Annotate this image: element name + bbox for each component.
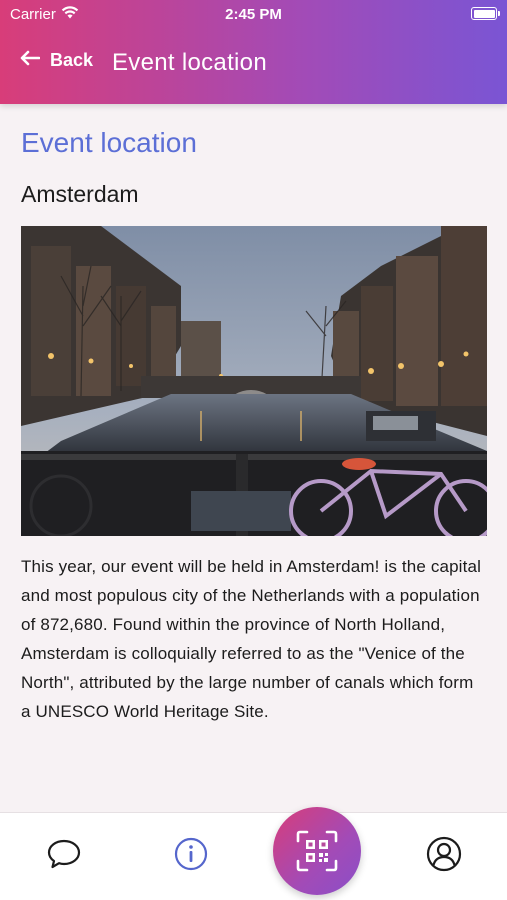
arrow-left-icon bbox=[20, 50, 41, 71]
page-heading: Event location bbox=[21, 127, 197, 158]
chat-bubble-icon bbox=[47, 839, 81, 869]
tab-info[interactable] bbox=[172, 835, 210, 873]
user-icon bbox=[426, 836, 462, 872]
city-name: Amsterdam bbox=[21, 181, 139, 207]
battery-icon bbox=[471, 7, 500, 20]
app-header: Carrier 2:45 PM Back Event location bbox=[0, 0, 507, 104]
event-description: This year, our event will be held in Ams… bbox=[21, 557, 482, 721]
tab-bar bbox=[0, 807, 507, 900]
location-photo bbox=[21, 226, 487, 536]
tab-chat[interactable] bbox=[45, 835, 83, 873]
status-time: 2:45 PM bbox=[225, 6, 282, 23]
info-icon bbox=[174, 837, 208, 871]
back-button[interactable]: Back bbox=[20, 50, 93, 71]
main-content: Event location Amsterdam This year, our … bbox=[0, 104, 507, 812]
qr-code-icon bbox=[296, 830, 338, 872]
back-label: Back bbox=[50, 50, 94, 70]
scan-qr-button[interactable] bbox=[273, 807, 361, 895]
tab-profile[interactable] bbox=[425, 835, 463, 873]
status-bar: Carrier 2:45 PM bbox=[0, 0, 507, 28]
nav-title: Event location bbox=[112, 49, 267, 76]
nav-bar: Back Event location bbox=[0, 46, 507, 82]
